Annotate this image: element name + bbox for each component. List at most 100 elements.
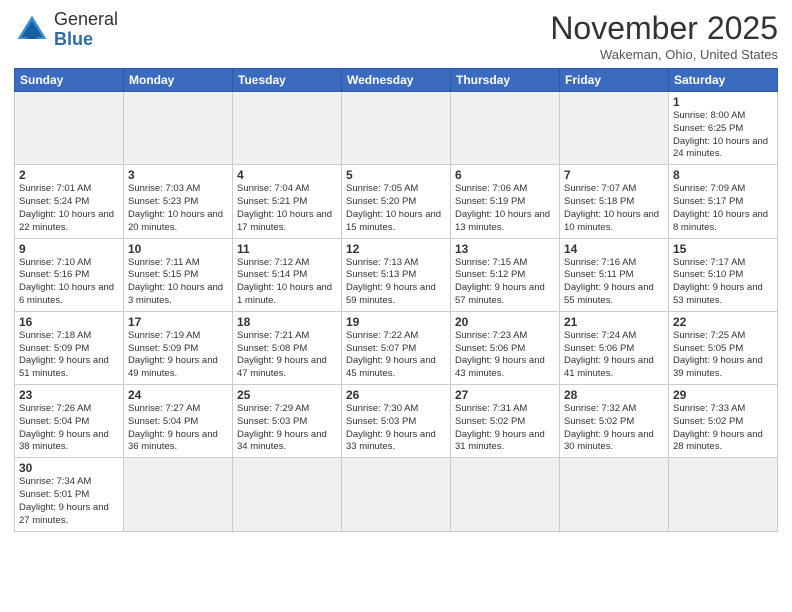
- location: Wakeman, Ohio, United States: [550, 47, 778, 62]
- day-number: 23: [19, 388, 119, 402]
- day-number: 8: [673, 168, 773, 182]
- day-info: Sunrise: 7:24 AMSunset: 5:06 PMDaylight:…: [564, 330, 664, 381]
- day-number: 3: [128, 168, 228, 182]
- day-number: 30: [19, 461, 119, 475]
- day-info: Sunrise: 7:30 AMSunset: 5:03 PMDaylight:…: [346, 403, 446, 454]
- day-info: Sunrise: 7:01 AMSunset: 5:24 PMDaylight:…: [19, 183, 119, 234]
- day-info: Sunrise: 8:00 AMSunset: 6:25 PMDaylight:…: [673, 110, 773, 161]
- day-number: 6: [455, 168, 555, 182]
- col-tuesday: Tuesday: [233, 69, 342, 92]
- calendar-cell: 20Sunrise: 7:23 AMSunset: 5:06 PMDayligh…: [451, 311, 560, 384]
- day-info: Sunrise: 7:10 AMSunset: 5:16 PMDaylight:…: [19, 257, 119, 308]
- calendar-cell: 18Sunrise: 7:21 AMSunset: 5:08 PMDayligh…: [233, 311, 342, 384]
- day-number: 18: [237, 315, 337, 329]
- day-info: Sunrise: 7:33 AMSunset: 5:02 PMDaylight:…: [673, 403, 773, 454]
- calendar-week-row: 30Sunrise: 7:34 AMSunset: 5:01 PMDayligh…: [15, 458, 778, 531]
- header: General Blue November 2025 Wakeman, Ohio…: [14, 10, 778, 62]
- calendar-cell: 8Sunrise: 7:09 AMSunset: 5:17 PMDaylight…: [669, 165, 778, 238]
- calendar-header-row: Sunday Monday Tuesday Wednesday Thursday…: [15, 69, 778, 92]
- calendar-cell: 12Sunrise: 7:13 AMSunset: 5:13 PMDayligh…: [342, 238, 451, 311]
- day-info: Sunrise: 7:19 AMSunset: 5:09 PMDaylight:…: [128, 330, 228, 381]
- col-saturday: Saturday: [669, 69, 778, 92]
- day-info: Sunrise: 7:21 AMSunset: 5:08 PMDaylight:…: [237, 330, 337, 381]
- calendar-cell: 28Sunrise: 7:32 AMSunset: 5:02 PMDayligh…: [560, 385, 669, 458]
- day-info: Sunrise: 7:16 AMSunset: 5:11 PMDaylight:…: [564, 257, 664, 308]
- day-info: Sunrise: 7:13 AMSunset: 5:13 PMDaylight:…: [346, 257, 446, 308]
- col-wednesday: Wednesday: [342, 69, 451, 92]
- calendar-cell: 26Sunrise: 7:30 AMSunset: 5:03 PMDayligh…: [342, 385, 451, 458]
- calendar-week-row: 16Sunrise: 7:18 AMSunset: 5:09 PMDayligh…: [15, 311, 778, 384]
- calendar-cell: 6Sunrise: 7:06 AMSunset: 5:19 PMDaylight…: [451, 165, 560, 238]
- day-number: 25: [237, 388, 337, 402]
- day-info: Sunrise: 7:04 AMSunset: 5:21 PMDaylight:…: [237, 183, 337, 234]
- day-info: Sunrise: 7:18 AMSunset: 5:09 PMDaylight:…: [19, 330, 119, 381]
- calendar-cell: 1Sunrise: 8:00 AMSunset: 6:25 PMDaylight…: [669, 92, 778, 165]
- day-info: Sunrise: 7:17 AMSunset: 5:10 PMDaylight:…: [673, 257, 773, 308]
- day-number: 2: [19, 168, 119, 182]
- calendar-week-row: 1Sunrise: 8:00 AMSunset: 6:25 PMDaylight…: [15, 92, 778, 165]
- calendar-cell: 13Sunrise: 7:15 AMSunset: 5:12 PMDayligh…: [451, 238, 560, 311]
- calendar-cell: 10Sunrise: 7:11 AMSunset: 5:15 PMDayligh…: [124, 238, 233, 311]
- day-number: 17: [128, 315, 228, 329]
- calendar-cell: 30Sunrise: 7:34 AMSunset: 5:01 PMDayligh…: [15, 458, 124, 531]
- day-number: 28: [564, 388, 664, 402]
- calendar-week-row: 9Sunrise: 7:10 AMSunset: 5:16 PMDaylight…: [15, 238, 778, 311]
- day-info: Sunrise: 7:07 AMSunset: 5:18 PMDaylight:…: [564, 183, 664, 234]
- col-friday: Friday: [560, 69, 669, 92]
- calendar-cell: 25Sunrise: 7:29 AMSunset: 5:03 PMDayligh…: [233, 385, 342, 458]
- day-info: Sunrise: 7:03 AMSunset: 5:23 PMDaylight:…: [128, 183, 228, 234]
- calendar-cell: [124, 92, 233, 165]
- calendar-cell: [124, 458, 233, 531]
- day-number: 29: [673, 388, 773, 402]
- calendar-cell: 9Sunrise: 7:10 AMSunset: 5:16 PMDaylight…: [15, 238, 124, 311]
- calendar-week-row: 2Sunrise: 7:01 AMSunset: 5:24 PMDaylight…: [15, 165, 778, 238]
- calendar-cell: 21Sunrise: 7:24 AMSunset: 5:06 PMDayligh…: [560, 311, 669, 384]
- logo: General Blue: [14, 10, 118, 50]
- day-info: Sunrise: 7:34 AMSunset: 5:01 PMDaylight:…: [19, 476, 119, 527]
- day-info: Sunrise: 7:09 AMSunset: 5:17 PMDaylight:…: [673, 183, 773, 234]
- day-number: 5: [346, 168, 446, 182]
- day-info: Sunrise: 7:05 AMSunset: 5:20 PMDaylight:…: [346, 183, 446, 234]
- day-info: Sunrise: 7:25 AMSunset: 5:05 PMDaylight:…: [673, 330, 773, 381]
- day-number: 15: [673, 242, 773, 256]
- calendar-cell: [15, 92, 124, 165]
- month-title: November 2025: [550, 10, 778, 47]
- calendar-cell: 27Sunrise: 7:31 AMSunset: 5:02 PMDayligh…: [451, 385, 560, 458]
- title-block: November 2025 Wakeman, Ohio, United Stat…: [550, 10, 778, 62]
- calendar-table: Sunday Monday Tuesday Wednesday Thursday…: [14, 68, 778, 532]
- day-info: Sunrise: 7:12 AMSunset: 5:14 PMDaylight:…: [237, 257, 337, 308]
- day-info: Sunrise: 7:22 AMSunset: 5:07 PMDaylight:…: [346, 330, 446, 381]
- day-info: Sunrise: 7:06 AMSunset: 5:19 PMDaylight:…: [455, 183, 555, 234]
- calendar-cell: 22Sunrise: 7:25 AMSunset: 5:05 PMDayligh…: [669, 311, 778, 384]
- day-info: Sunrise: 7:27 AMSunset: 5:04 PMDaylight:…: [128, 403, 228, 454]
- calendar-cell: 3Sunrise: 7:03 AMSunset: 5:23 PMDaylight…: [124, 165, 233, 238]
- calendar-cell: 29Sunrise: 7:33 AMSunset: 5:02 PMDayligh…: [669, 385, 778, 458]
- calendar-cell: 14Sunrise: 7:16 AMSunset: 5:11 PMDayligh…: [560, 238, 669, 311]
- calendar-cell: [451, 458, 560, 531]
- day-number: 19: [346, 315, 446, 329]
- day-number: 1: [673, 95, 773, 109]
- day-number: 16: [19, 315, 119, 329]
- day-number: 10: [128, 242, 228, 256]
- day-info: Sunrise: 7:11 AMSunset: 5:15 PMDaylight:…: [128, 257, 228, 308]
- day-info: Sunrise: 7:15 AMSunset: 5:12 PMDaylight:…: [455, 257, 555, 308]
- col-monday: Monday: [124, 69, 233, 92]
- day-info: Sunrise: 7:23 AMSunset: 5:06 PMDaylight:…: [455, 330, 555, 381]
- day-number: 21: [564, 315, 664, 329]
- day-number: 11: [237, 242, 337, 256]
- day-number: 26: [346, 388, 446, 402]
- logo-blue: Blue: [54, 30, 118, 50]
- day-number: 4: [237, 168, 337, 182]
- day-number: 12: [346, 242, 446, 256]
- calendar-cell: 24Sunrise: 7:27 AMSunset: 5:04 PMDayligh…: [124, 385, 233, 458]
- day-number: 9: [19, 242, 119, 256]
- calendar-cell: 16Sunrise: 7:18 AMSunset: 5:09 PMDayligh…: [15, 311, 124, 384]
- col-thursday: Thursday: [451, 69, 560, 92]
- calendar-cell: 11Sunrise: 7:12 AMSunset: 5:14 PMDayligh…: [233, 238, 342, 311]
- calendar-cell: 15Sunrise: 7:17 AMSunset: 5:10 PMDayligh…: [669, 238, 778, 311]
- calendar-cell: [669, 458, 778, 531]
- day-number: 24: [128, 388, 228, 402]
- day-number: 20: [455, 315, 555, 329]
- calendar-cell: [233, 92, 342, 165]
- day-number: 7: [564, 168, 664, 182]
